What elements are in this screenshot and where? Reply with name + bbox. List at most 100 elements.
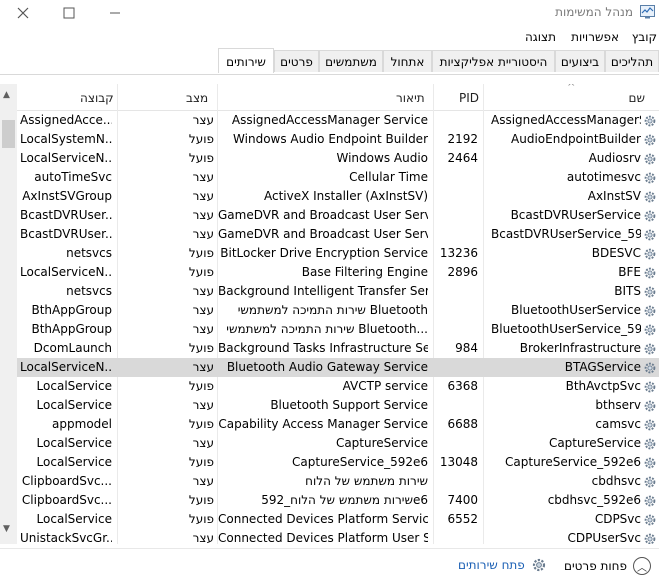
open-services-label: פתח שירותים	[458, 558, 525, 572]
service-description: שירות משתמש של הלוח	[305, 474, 428, 488]
table-row[interactable]: CaptureService CaptureService עצר LocalServ…	[0, 434, 659, 453]
service-status: פועל	[188, 246, 214, 260]
column-header-pid[interactable]: PID	[459, 91, 479, 105]
table-row[interactable]: autotimesvc Cellular Time עצר autoTimeSvc	[0, 168, 659, 187]
table-row[interactable]: BthAvctpSvc 6368 AVCTP service פועל LocalSer…	[0, 377, 659, 396]
scroll-down-icon[interactable]: ▼	[3, 524, 10, 534]
gear-icon	[643, 437, 657, 451]
service-pid: 6688	[447, 417, 478, 431]
column-header-name[interactable]: שם	[629, 91, 645, 105]
service-name: BcastDVRUserService	[510, 208, 641, 222]
service-group: ClipboardSvc...	[21, 474, 112, 488]
tab-startup[interactable]: אתחול	[383, 50, 432, 72]
service-status: עצר	[192, 531, 214, 544]
tab-performance[interactable]: ביצועים	[555, 50, 605, 72]
service-group: netsvcs	[66, 246, 112, 260]
fewer-details-label: פחות פרטים	[564, 559, 627, 573]
service-name: Audiosrv	[588, 151, 641, 165]
table-row[interactable]: CDPUserSvc Connected Devices Platform Use…	[0, 529, 659, 544]
tab-users[interactable]: משתמשים	[319, 50, 383, 72]
service-name: BthAvctpSvc	[565, 379, 641, 393]
close-icon	[17, 7, 29, 19]
service-group: DcomLaunch	[33, 341, 112, 355]
service-status: עצר	[192, 208, 214, 222]
tab-app-history[interactable]: היסטוריית אפליקציות	[432, 50, 555, 72]
table-row[interactable]: CDPSvc 6552 Connected Devices Platform Ser…	[0, 510, 659, 529]
column-header-group[interactable]: קבוצה	[80, 91, 114, 105]
service-status: פועל	[188, 455, 214, 469]
table-row[interactable]: BcastDVRUserService GameDVR and Broadcast…	[0, 206, 659, 225]
maximize-button[interactable]	[46, 0, 92, 26]
gear-icon	[643, 513, 657, 527]
service-name: BrokerInfrastructure	[519, 341, 641, 355]
service-name: BluetoothUserService	[511, 303, 641, 317]
vertical-scrollbar[interactable]: ▲ ▼	[0, 84, 17, 544]
service-name: CDPSvc	[594, 512, 641, 526]
gear-icon	[643, 247, 657, 261]
service-description: AVCTP service	[342, 379, 428, 393]
open-services-link[interactable]: פתח שירותים	[458, 557, 547, 573]
service-description: CaptureService_592e6	[292, 455, 428, 469]
scroll-up-icon[interactable]: ▲	[3, 90, 10, 100]
tab-processes[interactable]: תהליכים	[605, 50, 659, 72]
table-row[interactable]: BITS Background Intelligent Transfer Serv…	[0, 282, 659, 301]
service-status: פועל	[188, 132, 214, 146]
service-name: autotimesvc	[566, 170, 641, 184]
service-pid: 13236	[439, 246, 478, 260]
service-name: AudioEndpointBuilder	[511, 132, 641, 146]
table-row[interactable]: BTAGService Bluetooth Audio Gateway Servi…	[0, 358, 659, 377]
service-group: AssignedAcce...	[20, 113, 112, 127]
service-pid: 7400	[447, 493, 478, 507]
table-row[interactable]: BrokerInfrastructure 984 Background Tasks …	[0, 339, 659, 358]
services-table: ^ שם PID תיאור מצב קבוצה AssignedAccessM…	[0, 84, 659, 544]
table-row[interactable]: bthserv Bluetooth Support Service עצר Local…	[0, 396, 659, 415]
table-row[interactable]: BFE 2896 Base Filtering Engine פועל LocalSer…	[0, 263, 659, 282]
service-status: פועל	[188, 379, 214, 393]
table-row[interactable]: BDESVC 13236 BitLocker Drive Encryption Se…	[0, 244, 659, 263]
table-row[interactable]: AxInstSV ActiveX Installer (AxInstSV) עצר A…	[0, 187, 659, 206]
fewer-details-button[interactable]: ︿ פחות פרטים	[564, 557, 651, 575]
gear-icon	[643, 418, 657, 432]
gear-icon	[643, 266, 657, 280]
scrollbar-thumb[interactable]	[2, 120, 15, 148]
service-status: עצר	[192, 436, 214, 450]
table-row[interactable]: CaptureService_592e6 13048 CaptureService_…	[0, 453, 659, 472]
table-row[interactable]: cbdhsvc_592e6 7400 שירות משתמש של הלוח_592…	[0, 491, 659, 510]
service-name: BTAGService	[564, 360, 641, 374]
service-group: LocalServiceN...	[20, 265, 112, 279]
gear-icon	[643, 304, 657, 318]
service-description: AssignedAccessManager Service	[231, 113, 428, 127]
service-pid: 6368	[447, 379, 478, 393]
service-status: עצר	[192, 474, 214, 488]
table-row[interactable]: BluetoothUserService שירות התמיכה למשתמשי…	[0, 301, 659, 320]
tab-details[interactable]: פרטים	[274, 50, 319, 72]
service-status: פועל	[188, 512, 214, 526]
tab-strip: תהליכים ביצועים היסטוריית אפליקציות אתחו…	[0, 48, 659, 75]
minimize-button[interactable]	[92, 0, 138, 26]
menu-view[interactable]: תצוגה	[525, 30, 556, 44]
service-name: BcastDVRUserService_592e6	[491, 227, 641, 241]
menu-bar: קובץ אפשרויות תצוגה	[0, 28, 659, 48]
table-row[interactable]: Audiosrv 2464 Windows Audio פועל LocalServic…	[0, 149, 659, 168]
service-group: LocalService	[36, 455, 112, 469]
table-row[interactable]: AudioEndpointBuilder 2192 Windows Audio En…	[0, 130, 659, 149]
column-header-description[interactable]: תיאור	[396, 91, 425, 105]
service-group: LocalSystemN...	[20, 132, 112, 146]
table-row[interactable]: AssignedAccessManagerSvc AssignedAccessMa…	[0, 111, 659, 130]
table-header: ^ שם PID תיאור מצב קבוצה	[0, 84, 659, 111]
service-pid: 2192	[447, 132, 478, 146]
menu-options[interactable]: אפשרויות	[571, 30, 619, 44]
service-status: עצר	[192, 227, 214, 241]
tab-services[interactable]: שירותים	[218, 48, 274, 73]
close-button[interactable]	[0, 0, 46, 26]
service-pid: 13048	[439, 455, 478, 469]
gear-icon	[643, 285, 657, 299]
menu-file[interactable]: קובץ	[632, 30, 657, 44]
service-status: פועל	[188, 417, 214, 431]
table-row[interactable]: camsvc 6688 Capability Access Manager Serv…	[0, 415, 659, 434]
table-row[interactable]: BcastDVRUserService_592e6 GameDVR and Bro…	[0, 225, 659, 244]
column-header-status[interactable]: מצב	[186, 91, 208, 105]
window-title: מנהל המשימות	[555, 5, 633, 19]
table-row[interactable]: BluetoothUserService_592e6 שירות התמיכה ל…	[0, 320, 659, 339]
table-row[interactable]: cbdhsvc שירות משתמש של הלוח עצר ClipboardSv…	[0, 472, 659, 491]
